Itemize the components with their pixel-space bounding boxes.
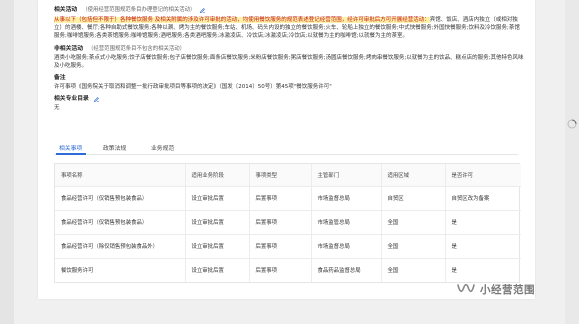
related-activities-title: 相关活动 — [54, 7, 78, 13]
remarks-header: 备注 — [54, 74, 524, 83]
table-cell: 自贸区改为备案 — [445, 186, 521, 211]
tab-policies[interactable]: 政策法规 — [103, 143, 126, 152]
table-row[interactable]: 食品经营许可（仅销售预包装食品） 设立审批后置 后置事项 市场监督总局 自贸区 … — [55, 186, 521, 211]
table-cell: 是 — [445, 210, 521, 235]
column-header: 适用区域 — [381, 164, 446, 187]
table-cell: 食品经营许可（仅销售预包装食品） — [55, 186, 186, 211]
edit-icon[interactable] — [199, 7, 206, 14]
table-cell: 设立审批后置 — [185, 234, 250, 259]
column-header: 是否许可 — [445, 164, 521, 187]
table-cell: 全国 — [381, 210, 446, 235]
table-cell: 设立审批后置 — [185, 210, 250, 235]
watermark-text: 小经营范围 — [480, 283, 535, 296]
related-catalog-title: 相关专业目录 — [54, 96, 89, 103]
table-header-row: 事项名称 适用业务阶段 事项类型 主管部门 适用区域 是否许可 — [55, 164, 521, 187]
content-body: 相关活动 （使用经营范围规范条目办理登记的相关活动） 从事以下（包括但不限于）各… — [54, 6, 524, 112]
watermark: 小经营范围 — [455, 281, 535, 297]
table-cell: 设立审批后置 — [185, 258, 250, 282]
table-row[interactable]: 餐饮服务许可 设立审批后置 后置事项 食品药品监督总局 全国 是 — [55, 258, 521, 282]
table-cell: 食品药品监督总局 — [311, 258, 382, 282]
non-related-activities-note: （经营范围规范条目不包含的相关活动） — [88, 45, 186, 52]
column-header: 事项类型 — [249, 164, 312, 187]
related-activities-header: 相关活动 （使用经营范围规范条目办理登记的相关活动） — [54, 6, 524, 15]
related-catalog-text: 无 — [54, 105, 60, 112]
table-cell: 后置事项 — [249, 234, 312, 259]
column-header: 事项名称 — [55, 164, 186, 187]
table-cell: 是 — [451, 268, 457, 275]
tab-related-items[interactable]: 相关事项 — [59, 143, 82, 152]
table-cell: 餐饮服务许可 — [55, 258, 186, 282]
table-cell: 食品经营许可（仅销售预包装食品） — [55, 210, 186, 235]
table-cell: 全国 — [381, 234, 446, 259]
table-cell: 后置事项 — [249, 258, 312, 282]
remarks-text: 许可事项《国务院关于取消和调整一批行政审批项目等事项的决定》（国发〔2014〕5… — [54, 84, 332, 91]
related-activities-text: 从事以下（包括但不限于）各种餐饮服务 及相关附属的涉及许可审批的活动，均使用餐饮… — [54, 16, 524, 41]
table-cell: 后置事项 — [249, 186, 312, 211]
non-related-activities-header: 非相关活动 （经营范围规范条目不包含的相关活动） — [54, 45, 524, 54]
column-header: 主管部门 — [311, 164, 382, 187]
active-tab-indicator — [56, 153, 86, 155]
loading-icon — [567, 119, 577, 129]
left-gutter — [0, 0, 14, 324]
items-table: 事项名称 适用业务阶段 事项类型 主管部门 适用区域 是否许可 食品经营许可（仅… — [54, 163, 521, 283]
non-related-activities-text: 酒类小吃服务;茶点式小吃服务;饺子店餐饮服务;包子店餐饮服务;面条店餐饮服务;米… — [54, 54, 524, 69]
table-cell: 自贸区 — [381, 186, 446, 211]
tab-business-norms[interactable]: 业务规范 — [151, 143, 174, 152]
table-cell: 市场监督总局 — [311, 186, 382, 211]
non-related-activities-title: 非相关活动 — [54, 45, 83, 52]
related-activities-note: （使用经营范围规范条目办理登记的相关活动） — [82, 7, 196, 13]
table-row[interactable]: 食品经营许可（除仅销售预包装食品外） 设立审批后置 后置事项 市场监督总局 全国… — [55, 234, 521, 259]
table-cell: 后置事项 — [249, 210, 312, 235]
table-cell: 市场监督总局 — [311, 234, 382, 259]
table-row[interactable]: 食品经营许可（仅销售预包装食品） 设立审批后置 后置事项 市场监管总局 全国 是 — [55, 210, 521, 235]
column-header: 适用业务阶段 — [185, 164, 250, 187]
related-catalog-header: 相关专业目录 — [54, 95, 524, 104]
table-cell: 食品经营许可（除仅销售预包装食品外） — [55, 234, 186, 259]
highlighted-text: 从事以下（包括但不限于）各种餐饮服务 及相关附属的涉及许可审批的活动，均使用餐饮… — [54, 17, 430, 23]
table-cell: 市场监管总局 — [311, 210, 382, 235]
table-cell: 设立审批后置 — [185, 186, 250, 211]
remarks-title: 备注 — [54, 75, 66, 82]
tab-bar: 相关事项 政策法规 业务规范 — [54, 141, 518, 155]
content-card: 相关活动 （使用经营范围规范条目办理登记的相关活动） 从事以下（包括但不限于）各… — [38, 0, 535, 299]
right-gutter — [565, 0, 579, 324]
table-cell: 全国 — [381, 258, 446, 282]
wechat-channel-icon — [457, 283, 475, 293]
table-cell: 是 — [445, 234, 521, 259]
edit-icon[interactable] — [93, 96, 100, 103]
